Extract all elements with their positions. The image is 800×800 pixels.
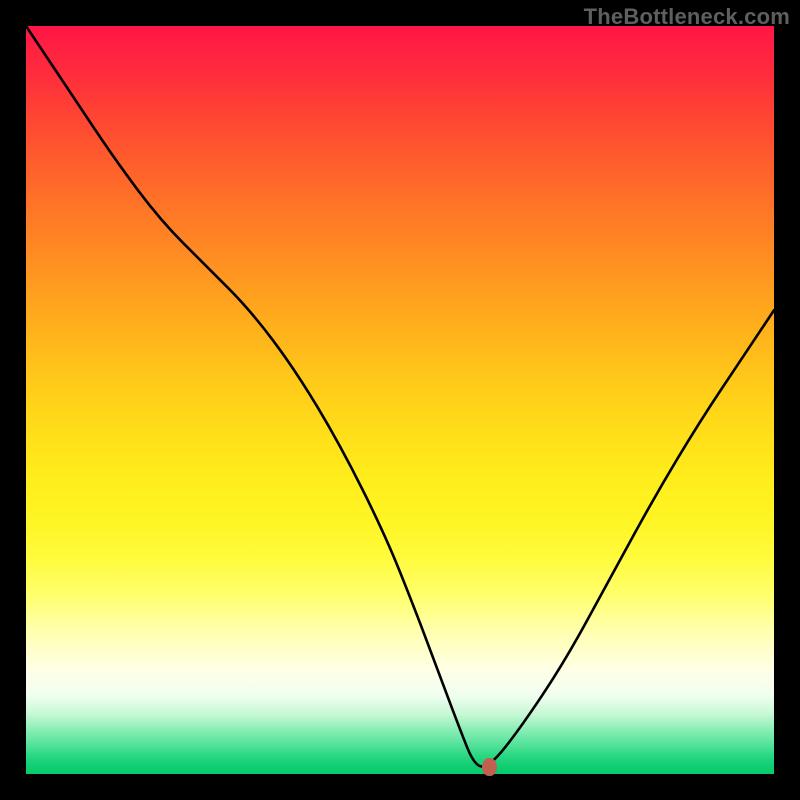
optimal-point-marker	[482, 758, 497, 776]
bottleneck-curve-path	[26, 26, 774, 767]
curve-svg	[26, 26, 774, 774]
watermark-text: TheBottleneck.com	[584, 4, 790, 30]
chart-frame: TheBottleneck.com	[0, 0, 800, 800]
plot-area	[26, 26, 774, 774]
